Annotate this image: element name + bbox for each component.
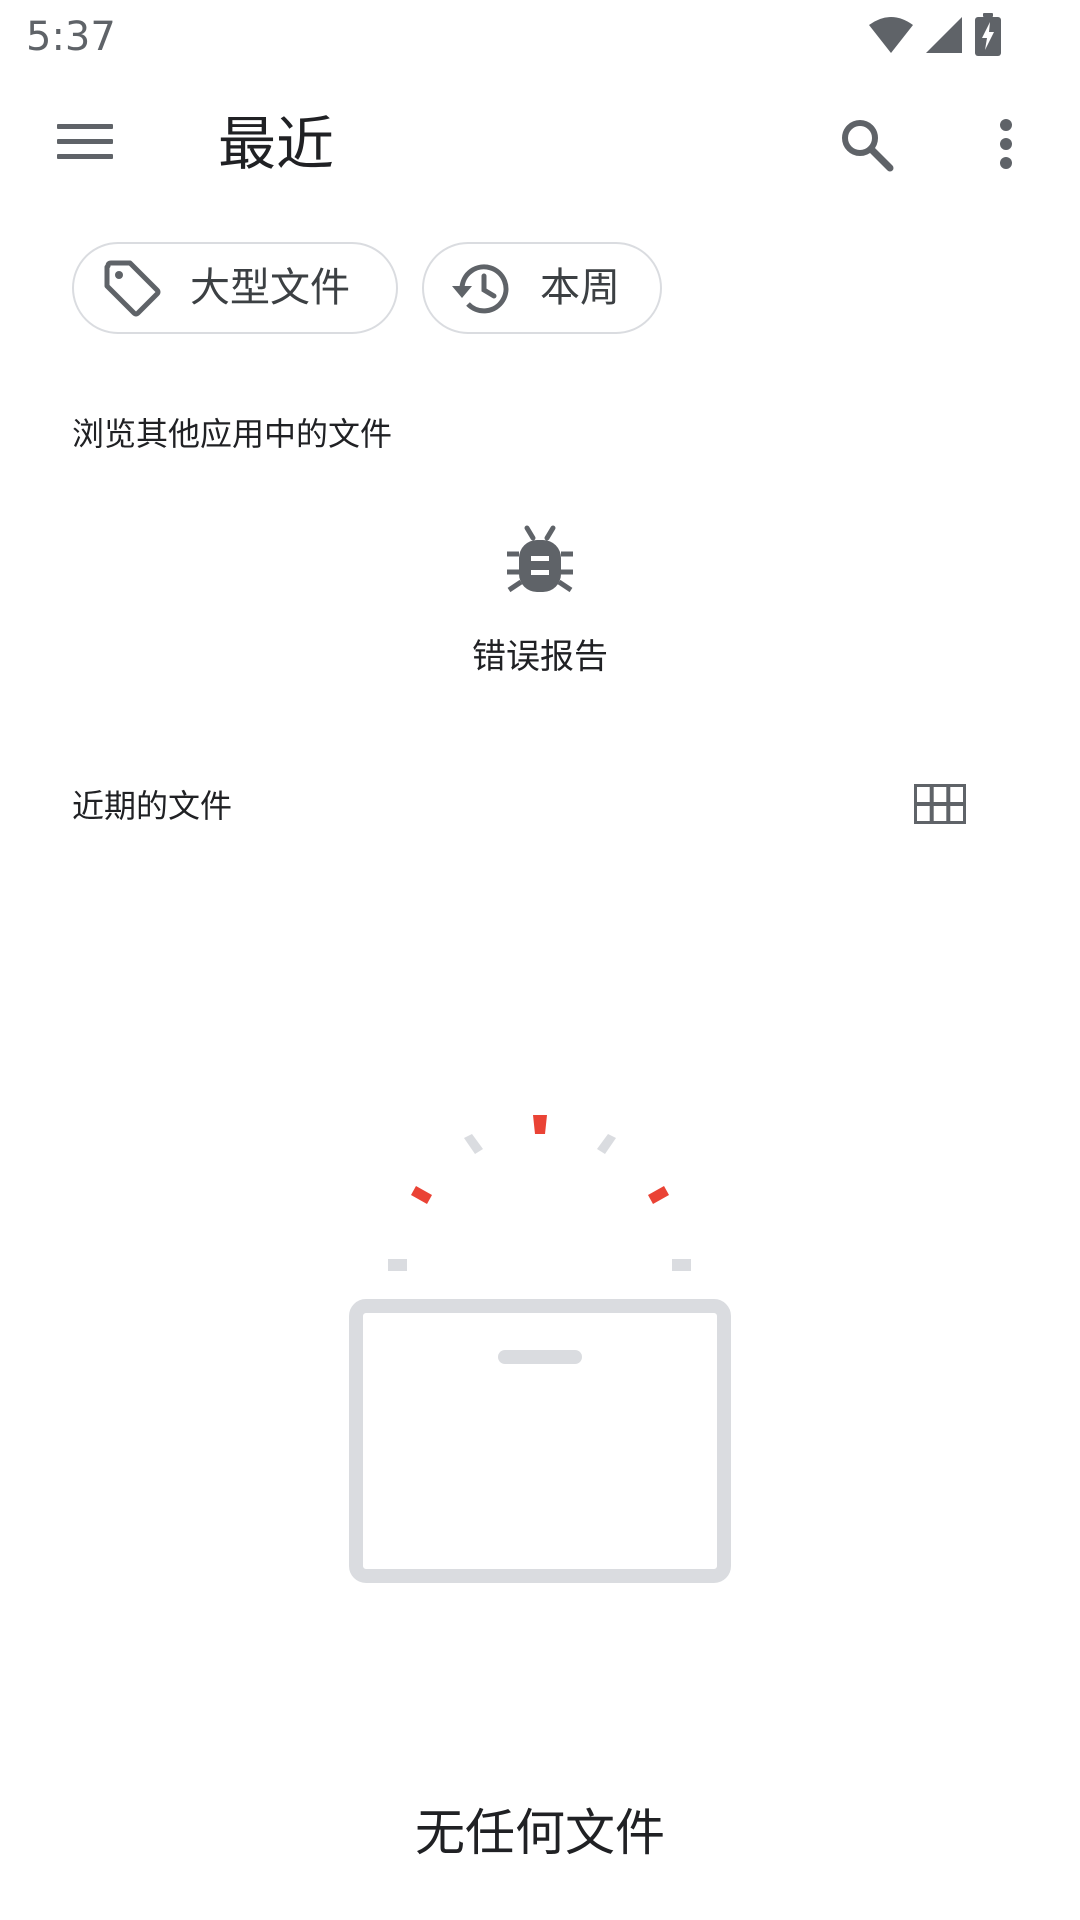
- page-title: 最近: [218, 110, 335, 178]
- search-icon: [838, 116, 894, 176]
- more-vert-icon: [998, 118, 1014, 174]
- empty-state-message: 无任何文件: [415, 1804, 665, 1862]
- status-time: 5:37: [26, 14, 116, 60]
- app-tile-bug-report[interactable]: 错误报告: [440, 520, 640, 710]
- menu-button[interactable]: [44, 108, 126, 180]
- bug-report-icon: [500, 520, 580, 604]
- more-options-button[interactable]: [976, 108, 1036, 184]
- chip-large-files-label: 大型文件: [190, 265, 350, 311]
- tag-icon: [100, 256, 164, 320]
- app-tile-label: 错误报告: [472, 637, 608, 677]
- grid-view-icon: [913, 783, 967, 828]
- status-bar: 5:37: [0, 0, 1080, 72]
- browse-section-header: 浏览其他应用中的文件: [72, 415, 393, 453]
- chip-this-week-label: 本周: [540, 265, 620, 311]
- chip-large-files[interactable]: 大型文件: [72, 242, 398, 334]
- empty-state-illustration: [340, 1100, 740, 1600]
- recent-files-header: 近期的文件: [72, 787, 233, 825]
- search-button[interactable]: [828, 108, 904, 184]
- signal-icon: [924, 15, 964, 59]
- menu-icon: [57, 122, 113, 166]
- wifi-icon: [868, 15, 914, 59]
- chip-this-week[interactable]: 本周: [422, 242, 662, 334]
- app-bar: [0, 72, 1080, 218]
- battery-charging-icon: [974, 13, 1002, 61]
- status-icons: [868, 12, 1002, 62]
- grid-view-toggle-button[interactable]: [908, 776, 972, 836]
- history-icon: [448, 256, 512, 320]
